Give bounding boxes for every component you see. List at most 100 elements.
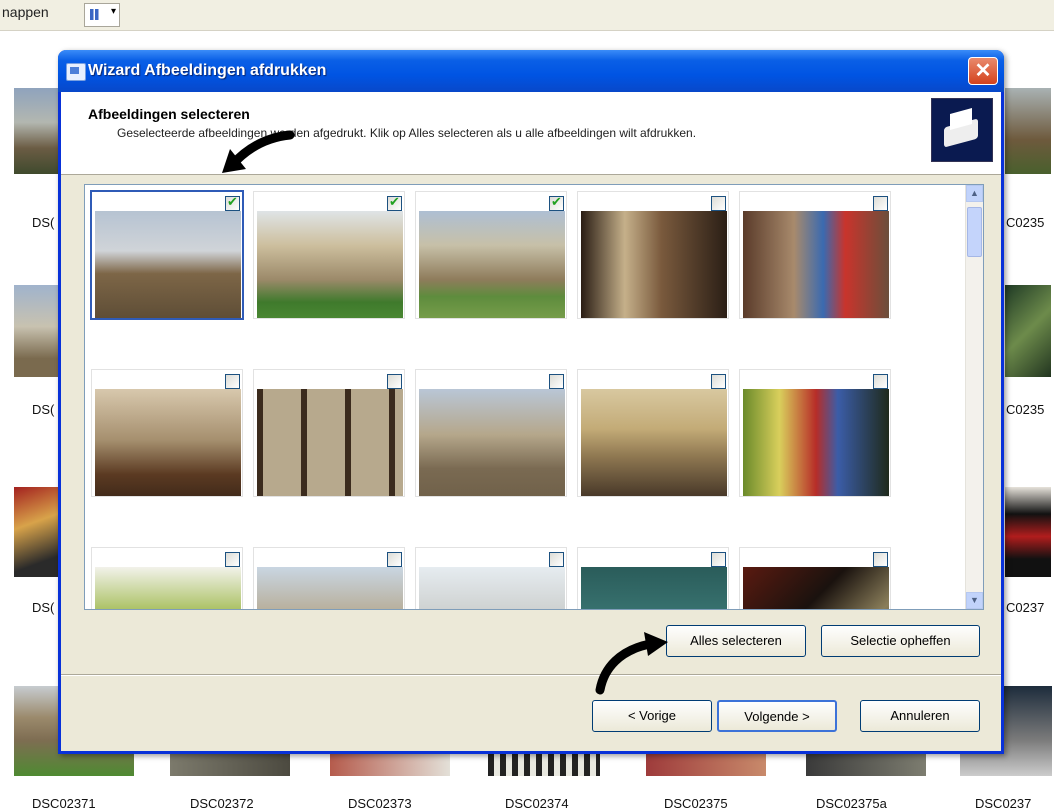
thumbnail-checkbox[interactable] [225,194,240,211]
bg-photo[interactable] [806,752,926,776]
thumbnail-frame[interactable] [739,547,891,609]
bg-photo[interactable] [330,752,450,776]
bg-photo[interactable] [1005,285,1051,377]
vertical-scrollbar[interactable]: ▲ ▼ [965,185,983,609]
thumbnail-checkbox[interactable] [711,374,726,389]
thumbnail-frame[interactable] [577,547,729,609]
annotation-arrow-icon [222,130,295,173]
thumbnail-image[interactable] [581,389,727,496]
thumbnail-frame[interactable] [90,190,244,320]
thumbnail-checkbox[interactable] [873,374,888,389]
thumbnail-cell[interactable] [733,185,891,343]
clear-selection-button[interactable]: Selectie opheffen [821,625,980,657]
bg-file-label: DSC02372 [190,796,254,811]
back-button[interactable]: < Vorige [592,700,712,732]
bg-photo[interactable] [646,752,766,776]
thumbnail-image[interactable] [743,389,889,496]
thumbnail-cell[interactable] [571,185,729,343]
thumbnail-image[interactable] [581,211,727,318]
close-button[interactable]: ✕ [968,57,998,85]
thumbnail-checkbox[interactable] [387,194,402,211]
views-icon[interactable] [84,3,120,27]
thumbnail-checkbox[interactable] [387,374,402,389]
thumbnail-image[interactable] [257,567,403,609]
thumbnail-grid[interactable]: ▲ ▼ [84,184,984,610]
thumbnail-image[interactable] [257,211,403,318]
thumbnail-cell[interactable] [85,541,243,609]
thumbnail-checkbox[interactable] [225,374,240,389]
select-all-button[interactable]: Alles selecteren [666,625,806,657]
thumbnail-image[interactable] [743,211,889,318]
thumbnail-frame[interactable] [415,547,567,609]
scroll-up-icon[interactable]: ▲ [966,185,983,202]
thumbnail-image[interactable] [419,211,565,318]
cancel-button[interactable]: Annuleren [860,700,980,732]
bg-photo[interactable] [14,285,60,377]
bg-file-label: DS( [32,402,55,417]
bg-photo[interactable] [14,487,60,577]
bg-file-label: DS( [32,215,55,230]
thumbnail-checkbox[interactable] [387,552,402,567]
toolbar-text: nappen [2,4,49,20]
thumbnail-checkbox[interactable] [549,552,564,567]
thumbnail-checkbox[interactable] [225,552,240,567]
wizard-header: Afbeeldingen selecteren Geselecteerde af… [61,92,1001,175]
bg-photo[interactable] [1005,487,1051,577]
thumbnail-cell[interactable] [247,363,405,521]
scroll-thumb[interactable] [967,207,982,257]
thumbnail-checkbox[interactable] [873,196,888,211]
bg-photo[interactable] [1005,88,1051,174]
thumbnail-frame[interactable] [415,191,567,319]
thumbnail-cell[interactable] [571,541,729,609]
bg-file-label: DSC0237 [975,796,1032,811]
scroll-down-icon[interactable]: ▼ [966,592,983,609]
next-button[interactable]: Volgende > [717,700,837,732]
bg-file-label: DSC02371 [32,796,96,811]
wizard-icon [66,63,86,81]
thumbnail-cell[interactable] [733,541,891,609]
thumbnail-frame[interactable] [739,369,891,497]
thumbnail-frame[interactable] [253,547,405,609]
thumbnail-image[interactable] [743,567,889,609]
bg-file-label: DSC02375a [816,796,887,811]
thumbnail-cell[interactable] [409,541,567,609]
thumbnail-frame[interactable] [415,369,567,497]
thumbnail-cell[interactable] [247,541,405,609]
thumbnail-cell[interactable] [409,185,567,343]
thumbnail-cell[interactable] [85,363,243,521]
thumbnail-image[interactable] [95,211,241,318]
thumbnail-image[interactable] [95,567,241,609]
thumbnail-checkbox[interactable] [873,552,888,567]
thumbnail-checkbox[interactable] [549,194,564,211]
thumbnail-frame[interactable] [253,191,405,319]
thumbnail-frame[interactable] [253,369,405,497]
thumbnail-frame[interactable] [91,369,243,497]
annotation-arrow-icon [595,632,668,695]
bg-photo[interactable] [14,88,60,174]
thumbnail-frame[interactable] [91,547,243,609]
thumbnail-checkbox[interactable] [711,196,726,211]
bg-photo[interactable] [170,752,290,776]
thumbnail-image[interactable] [257,389,403,496]
thumbnail-checkbox[interactable] [711,552,726,567]
thumbnail-frame[interactable] [739,191,891,319]
bg-file-label: C0235 [1006,215,1045,230]
bg-file-label: DS( [32,600,55,615]
bg-file-label: DSC02373 [348,796,412,811]
thumbnail-image[interactable] [95,389,241,496]
thumbnail-image[interactable] [419,389,565,496]
thumbnail-frame[interactable] [577,369,729,497]
thumbnail-image[interactable] [581,567,727,609]
thumbnail-cell[interactable] [85,185,244,343]
thumbnail-cell[interactable] [247,185,405,343]
thumbnail-frame[interactable] [577,191,729,319]
thumbnail-cell[interactable] [733,363,891,521]
title-bar[interactable]: Wizard Afbeeldingen afdrukken ✕ [58,50,1004,92]
printer-icon [931,98,993,162]
step-title: Afbeeldingen selecteren [88,106,250,122]
thumbnail-cell[interactable] [571,363,729,521]
thumbnail-image[interactable] [419,567,565,609]
bg-photo[interactable] [488,752,600,776]
thumbnail-cell[interactable] [409,363,567,521]
thumbnail-checkbox[interactable] [549,374,564,389]
